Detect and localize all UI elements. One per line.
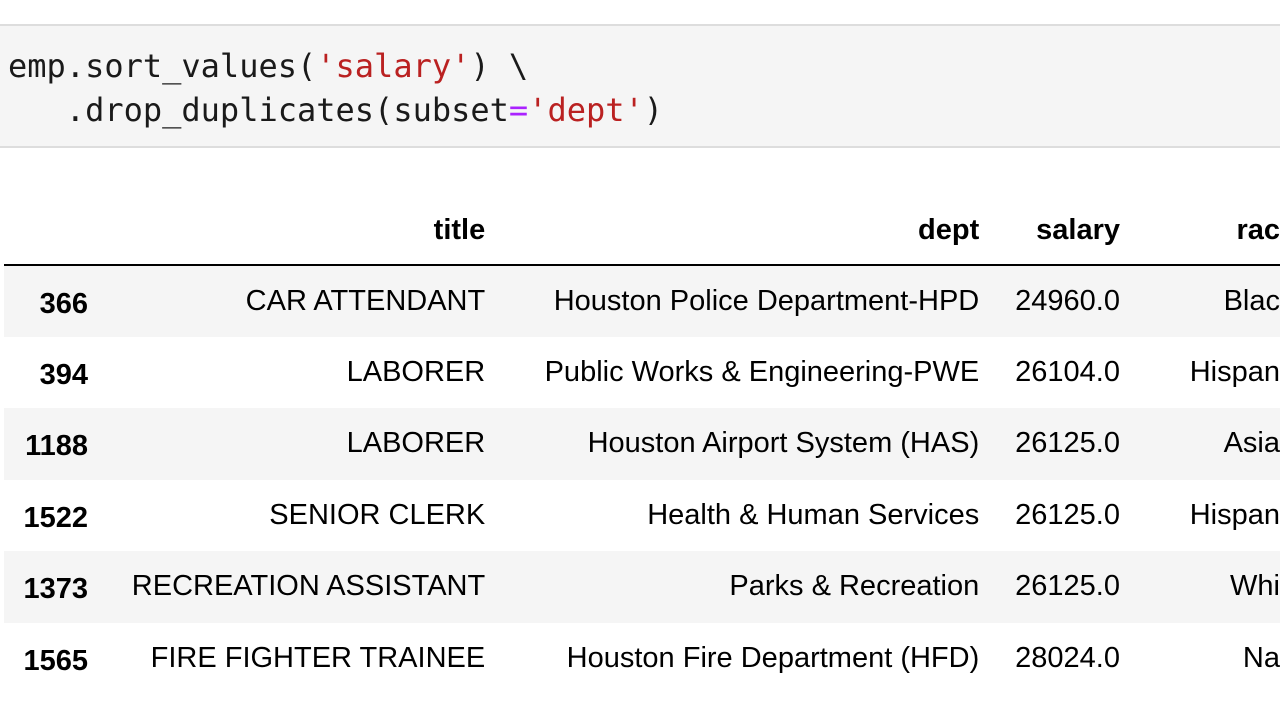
table-row: 366 CAR ATTENDANT Houston Police Departm… <box>4 265 1280 337</box>
row-index: 1373 <box>23 573 89 606</box>
cell-race: Blac <box>1120 265 1280 337</box>
code-line-1: emp.sort_values('salary') \ <box>8 44 528 88</box>
cell-race: Na <box>1120 623 1280 695</box>
cell-race: Hispan <box>1120 337 1280 409</box>
cell-dept: Public Works & Engineering-PWE <box>544 355 980 388</box>
cell-race-label: Hispan <box>1189 498 1280 531</box>
code-cell[interactable]: emp.sort_values('salary') \ .drop_duplic… <box>0 24 1280 148</box>
table-row: 1522 SENIOR CLERK Health & Human Service… <box>4 479 1280 552</box>
cell-race: Asia <box>1120 408 1280 480</box>
code-text: ) <box>643 91 664 129</box>
table-row: 1188 LABORER Houston Airport System (HAS… <box>4 408 1280 480</box>
cell-title: RECREATION ASSISTANT <box>131 570 486 603</box>
cell-salary: 26125.0 <box>1015 498 1120 531</box>
code-string: 'dept' <box>528 91 644 129</box>
row-index: 366 <box>39 287 89 320</box>
cell-race: Whi <box>1120 551 1280 623</box>
cell-salary: 26104.0 <box>1015 355 1120 388</box>
cell-race: Hispan <box>1120 480 1280 552</box>
code-line-2: .drop_duplicates(subset='dept') <box>8 88 663 132</box>
row-index: 1565 <box>23 644 89 677</box>
cell-title: LABORER <box>346 355 486 388</box>
code-text: ) \ <box>470 47 529 85</box>
cell-title: FIRE FIGHTER TRAINEE <box>150 641 486 674</box>
cell-dept: Parks & Recreation <box>729 570 980 603</box>
cell-salary: 24960.0 <box>1015 284 1120 317</box>
column-header-race-label: rac <box>1236 213 1280 246</box>
index-header <box>4 196 89 266</box>
table-header-row: title dept salary rac <box>4 196 1280 266</box>
cell-race-label: Asia <box>1223 427 1280 460</box>
code-text: .drop_duplicates(subset <box>8 91 509 129</box>
cell-dept: Houston Airport System (HAS) <box>587 427 980 460</box>
cell-dept: Health & Human Services <box>647 498 980 531</box>
code-string: 'salary' <box>316 47 471 85</box>
code-operator: = <box>508 91 529 129</box>
column-header-title: title <box>88 196 486 266</box>
cell-race-label: Na <box>1242 641 1280 674</box>
cell-salary: 26125.0 <box>1015 427 1120 460</box>
table-row: 1565 FIRE FIGHTER TRAINEE Houston Fire D… <box>4 622 1280 695</box>
table-row: 394 LABORER Public Works & Engineering-P… <box>4 336 1280 409</box>
cell-dept: Houston Fire Department (HFD) <box>566 641 980 674</box>
cell-dept: Houston Police Department-HPD <box>553 284 980 317</box>
cell-output: title dept salary rac 366 CAR ATTENDANT … <box>4 196 1280 720</box>
column-header-dept: dept <box>485 196 980 266</box>
dataframe-table: title dept salary rac 366 CAR ATTENDANT … <box>4 196 1280 694</box>
code-text: emp.sort_values( <box>8 47 317 85</box>
cell-race-label: Whi <box>1230 570 1280 603</box>
cell-title: CAR ATTENDANT <box>245 284 486 317</box>
row-index: 1522 <box>23 501 89 534</box>
table-row: 1373 RECREATION ASSISTANT Parks & Recrea… <box>4 551 1280 623</box>
cell-title: LABORER <box>346 427 486 460</box>
column-header-salary: salary <box>979 196 1120 266</box>
cell-race-label: Hispan <box>1189 355 1280 388</box>
column-header-race: rac <box>1119 196 1280 266</box>
cell-race-label: Blac <box>1223 284 1280 317</box>
cell-salary: 26125.0 <box>1015 570 1120 603</box>
row-index: 394 <box>39 358 89 391</box>
row-index: 1188 <box>25 430 89 463</box>
cell-salary: 28024.0 <box>1015 641 1120 674</box>
cell-title: SENIOR CLERK <box>269 498 486 531</box>
